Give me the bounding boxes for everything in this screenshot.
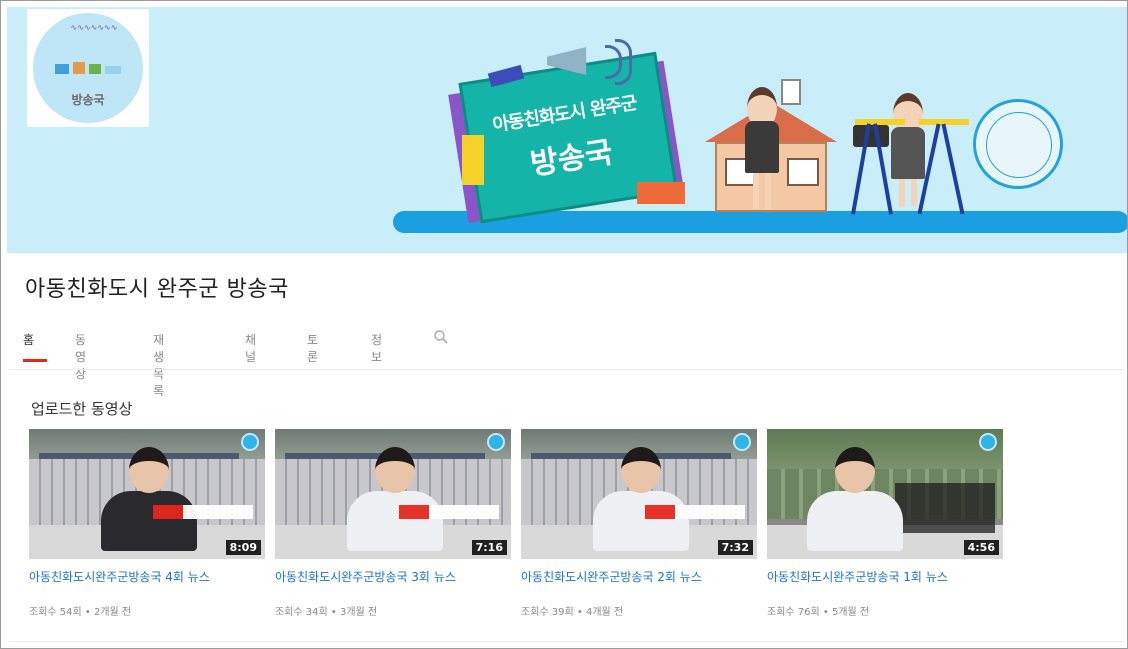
tripod-top xyxy=(855,119,905,125)
thumb-anchor-head xyxy=(835,447,875,493)
thumb-anchor-head xyxy=(129,447,169,493)
avatar-label: 방송국 xyxy=(71,93,105,107)
channel-title: 아동친화도시 완주군 방송국 xyxy=(25,277,289,302)
operator-leg xyxy=(911,179,917,207)
uploads-section-title[interactable]: 업로드한 동영상 xyxy=(31,398,132,419)
house-window xyxy=(787,158,819,186)
thumb-lower-third xyxy=(153,505,253,519)
tab-playlists[interactable]: 재생목록 xyxy=(153,331,164,399)
channel-banner: ∿∿∿∿∿∿∿ 방송국 아동친화도시 완주군 방송국 xyxy=(7,7,1127,253)
tabs-divider xyxy=(9,369,1125,370)
camera-icon xyxy=(853,125,889,147)
page-frame: ∿∿∿∿∿∿∿ 방송국 아동친화도시 완주군 방송국 아동친화도시 완주군 방송… xyxy=(0,0,1128,649)
video-meta: 조회수 54회 • 2개월 전 xyxy=(29,607,132,618)
operator-torso xyxy=(891,127,925,179)
video-meta: 조회수 34회 • 3개월 전 xyxy=(275,607,378,618)
active-tab-indicator xyxy=(23,359,47,362)
thumb-info-panel xyxy=(895,483,995,533)
reporter-leg xyxy=(753,173,759,209)
video-thumbnail[interactable]: 7:16 xyxy=(275,429,511,559)
reporter-leg xyxy=(765,173,771,209)
video-card[interactable]: 8:09 아동친화도시완주군방송국 4회 뉴스 조회수 54회 • 2개월 전 xyxy=(29,429,265,618)
video-meta: 조회수 39회 • 4개월 전 xyxy=(521,607,624,618)
video-card[interactable]: 4:56 아동친화도시완주군방송국 1회 뉴스 조회수 76회 • 5개월 전 xyxy=(767,429,1003,618)
tab-home[interactable]: 홈 xyxy=(23,331,34,348)
tab-discussion[interactable]: 토론 xyxy=(307,331,318,365)
decor-tag xyxy=(462,135,484,185)
section-divider xyxy=(9,641,1125,642)
video-thumbnail[interactable]: 8:09 xyxy=(29,429,265,559)
tab-about[interactable]: 정보 xyxy=(371,331,382,365)
reporter-torso xyxy=(745,121,779,173)
avatar-arc-lettering: ∿∿∿∿∿∿∿ xyxy=(70,23,118,32)
house-chimney xyxy=(781,79,801,105)
seal-inner-ring xyxy=(986,112,1052,178)
channel-watermark-icon xyxy=(733,433,751,451)
tab-channels[interactable]: 채널 xyxy=(245,331,256,365)
thumb-anchor-body xyxy=(101,491,197,551)
video-duration: 7:16 xyxy=(471,540,507,555)
seal-logo xyxy=(973,99,1063,189)
video-title[interactable]: 아동친화도시완주군방송국 4회 뉴스 xyxy=(29,569,265,601)
video-thumbnail[interactable]: 4:56 xyxy=(767,429,1003,559)
tripod-leg xyxy=(941,123,965,215)
sound-wave-icon xyxy=(615,39,632,85)
thumb-anchor-body xyxy=(347,491,443,551)
operator-leg xyxy=(899,179,905,207)
video-title[interactable]: 아동친화도시완주군방송국 2회 뉴스 xyxy=(521,569,757,601)
avatar-circle: ∿∿∿∿∿∿∿ 방송국 xyxy=(33,13,143,123)
decor-tag xyxy=(637,182,685,204)
thumb-anchor-body xyxy=(807,491,903,551)
thumb-anchor-body xyxy=(593,491,689,551)
video-title[interactable]: 아동친화도시완주군방송국 3회 뉴스 xyxy=(275,569,511,601)
lower-third-tag xyxy=(153,505,183,519)
thumb-lower-third xyxy=(399,505,499,519)
video-card[interactable]: 7:16 아동친화도시완주군방송국 3회 뉴스 조회수 34회 • 3개월 전 xyxy=(275,429,511,618)
channel-watermark-icon xyxy=(241,433,259,451)
channel-watermark-icon xyxy=(487,433,505,451)
video-thumbnail[interactable]: 7:32 xyxy=(521,429,757,559)
search-icon[interactable] xyxy=(433,329,449,345)
thumb-lower-third xyxy=(645,505,745,519)
thumb-anchor-head xyxy=(621,447,661,493)
tab-videos[interactable]: 동영상 xyxy=(75,331,86,382)
video-duration: 4:56 xyxy=(963,540,999,555)
channel-watermark-icon xyxy=(979,433,997,451)
lower-third-tag xyxy=(399,505,429,519)
video-duration: 7:32 xyxy=(717,540,753,555)
lower-third-tag xyxy=(645,505,675,519)
channel-avatar[interactable]: ∿∿∿∿∿∿∿ 방송국 xyxy=(27,9,149,127)
houses-icon xyxy=(55,62,121,74)
thumb-anchor-head xyxy=(375,447,415,493)
video-title[interactable]: 아동친화도시완주군방송국 1회 뉴스 xyxy=(767,569,1003,601)
video-card[interactable]: 7:32 아동친화도시완주군방송국 2회 뉴스 조회수 39회 • 4개월 전 xyxy=(521,429,757,618)
video-meta: 조회수 76회 • 5개월 전 xyxy=(767,607,870,618)
video-duration: 8:09 xyxy=(225,540,261,555)
